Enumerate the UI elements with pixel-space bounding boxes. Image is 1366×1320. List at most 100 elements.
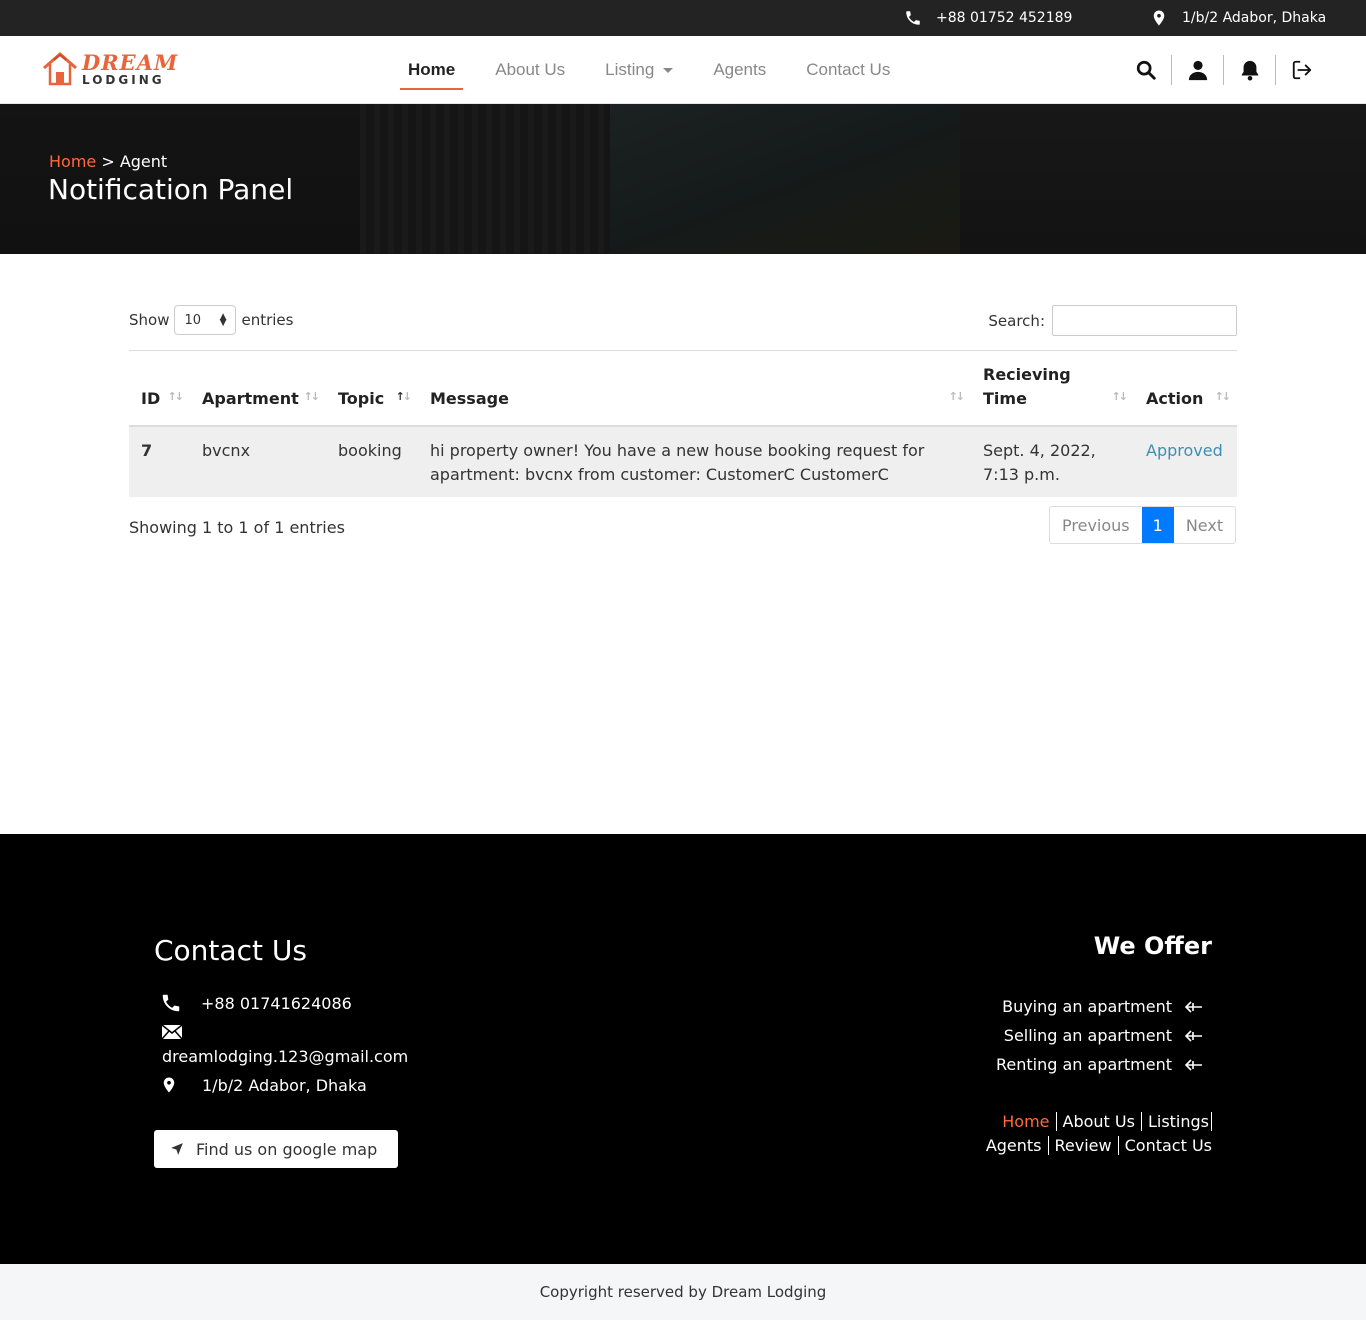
column-header-receiving-time[interactable]: Recieving Time ↑↓ — [971, 350, 1134, 427]
cell-id: 7 — [129, 426, 190, 497]
column-header-apartment[interactable]: Apartment ↑↓ — [190, 350, 326, 427]
arrow-left-icon — [1184, 1000, 1202, 1013]
google-map-button-label: Find us on google map — [196, 1139, 378, 1159]
entries-select-value: 10 — [184, 312, 202, 328]
column-header-action[interactable]: Action ↑↓ — [1134, 350, 1237, 427]
footer-link-agents[interactable]: Agents — [979, 1136, 1049, 1155]
footer-address-text: 1/b/2 Adabor, Dhaka — [202, 1075, 367, 1095]
search-input[interactable] — [1052, 305, 1237, 336]
profile-button[interactable] — [1172, 55, 1224, 85]
search-icon — [1136, 60, 1156, 80]
sort-ascending-icon: ↑↓ — [395, 390, 413, 403]
search-label: Search: — [988, 311, 1045, 330]
table-search: Search: — [988, 305, 1237, 336]
logo[interactable]: DREAM LODGING — [42, 50, 178, 88]
sort-icon: ↑↓ — [303, 390, 321, 403]
nav-about[interactable]: About Us — [475, 36, 585, 104]
footer-offer-title: We Offer — [1093, 932, 1212, 960]
envelope-icon — [161, 1024, 183, 1040]
column-header-id[interactable]: ID ↑↓ — [129, 350, 190, 427]
offer-label: Buying an apartment — [1002, 997, 1172, 1016]
footer-link-listings[interactable]: Listings — [1141, 1112, 1212, 1131]
navbar: DREAM LODGING Home About Us Listing Agen… — [0, 36, 1366, 104]
column-header-label: Topic — [338, 389, 385, 408]
next-page-button[interactable]: Next — [1174, 507, 1235, 543]
top-bar: +88 01752 452189 1/b/2 Adabor, Dhaka — [0, 0, 1366, 36]
location-pin-icon — [1153, 10, 1165, 26]
nav-links: Home About Us Listing Agents Contact Us — [400, 36, 910, 104]
pagination: Previous 1 Next — [1049, 506, 1237, 544]
footer-email[interactable]: dreamlodging.123@gmail.com — [162, 1047, 408, 1066]
column-header-label: Action — [1146, 389, 1204, 408]
nav-icons — [1120, 36, 1328, 104]
column-header-message[interactable]: Message ↑↓ — [418, 350, 971, 427]
sort-icon: ↑↓ — [1214, 390, 1232, 403]
offer-item[interactable]: Renting an apartment — [996, 1050, 1204, 1079]
logo-subtitle: LODGING — [82, 73, 165, 87]
select-arrows-icon: ▲ ▼ — [219, 312, 227, 328]
column-header-label: ID — [141, 389, 161, 408]
offer-item[interactable]: Selling an apartment — [996, 1021, 1204, 1050]
arrow-left-icon — [1184, 1058, 1202, 1071]
notifications-button[interactable] — [1224, 55, 1276, 85]
arrow-left-icon — [1184, 1029, 1202, 1042]
sort-icon: ↑↓ — [1111, 390, 1129, 403]
footer-phone-text: +88 01741624086 — [201, 993, 352, 1013]
footer-link-about[interactable]: About Us — [1056, 1112, 1142, 1131]
previous-page-button[interactable]: Previous — [1050, 507, 1142, 543]
copyright: Copyright reserved by Dream Lodging — [0, 1264, 1366, 1320]
nav-listing-label: Listing — [605, 60, 655, 79]
search-button[interactable] — [1120, 55, 1172, 85]
page-header-banner: Home > Agent Notification Panel — [0, 104, 1366, 254]
footer-link-home[interactable]: Home — [996, 1112, 1057, 1131]
column-header-topic[interactable]: Topic ↑↓ — [326, 350, 418, 427]
entries-length: Show 10 ▲ ▼ entries — [129, 305, 293, 335]
page-title: Notification Panel — [48, 173, 294, 206]
nav-agents[interactable]: Agents — [693, 36, 786, 104]
footer-address: 1/b/2 Adabor, Dhaka — [160, 1074, 367, 1096]
nav-contact[interactable]: Contact Us — [786, 36, 910, 104]
caret-down-icon — [663, 67, 674, 73]
footer-links: Home About Us Listings Agents Review Contact… — [952, 1110, 1212, 1158]
page-1-button[interactable]: 1 — [1141, 507, 1174, 543]
phone-icon — [906, 11, 920, 25]
google-map-button[interactable]: Find us on google map — [154, 1130, 398, 1168]
nav-listing-dropdown[interactable]: Listing — [585, 36, 693, 104]
footer-phone: +88 01741624086 — [160, 992, 352, 1014]
approved-link[interactable]: Approved — [1146, 441, 1223, 460]
offer-item[interactable]: Buying an apartment — [996, 992, 1204, 1021]
phone-icon — [162, 994, 180, 1012]
breadcrumb-home-link[interactable]: Home — [49, 152, 96, 171]
sort-icon: ↑↓ — [948, 390, 966, 403]
breadcrumb-separator: > — [96, 152, 120, 171]
nav-home[interactable]: Home — [400, 36, 464, 104]
cell-receiving-time: Sept. 4, 2022, 7:13 p.m. — [971, 426, 1134, 497]
cell-apartment: bvcnx — [190, 426, 326, 497]
footer: Contact Us +88 01741624086 dreamlodging.… — [0, 834, 1366, 1264]
offer-label: Selling an apartment — [1003, 1026, 1172, 1045]
cell-message: hi property owner! You have a new house … — [418, 426, 971, 497]
logout-icon — [1292, 60, 1312, 80]
house-logo-icon — [43, 52, 77, 86]
logout-button[interactable] — [1276, 55, 1328, 85]
footer-link-contact[interactable]: Contact Us — [1119, 1136, 1212, 1155]
table-info: Showing 1 to 1 of 1 entries — [129, 518, 345, 537]
offer-label: Renting an apartment — [996, 1055, 1172, 1074]
breadcrumb: Home > Agent — [49, 152, 167, 171]
entries-select[interactable]: 10 ▲ ▼ — [174, 305, 237, 335]
column-header-label: Message — [430, 389, 509, 408]
offers-list: Buying an apartment Selling an apartment… — [996, 992, 1204, 1079]
breadcrumb-current: Agent — [119, 152, 168, 171]
location-arrow-icon — [171, 1143, 183, 1155]
topbar-phone: +88 01752 452189 — [904, 0, 1072, 36]
entries-label: entries — [241, 311, 294, 329]
footer-link-review[interactable]: Review — [1048, 1136, 1119, 1155]
sort-icon: ↑↓ — [167, 390, 185, 403]
column-header-label: Apartment — [202, 389, 299, 408]
show-label: Show — [129, 311, 170, 329]
logo-title: DREAM — [82, 50, 179, 75]
user-icon — [1188, 60, 1207, 81]
notifications-table: ID ↑↓ Apartment ↑↓ Topic ↑↓ Message ↑↓ Recie… — [129, 350, 1237, 497]
table-controls: Show 10 ▲ ▼ entries Search: — [129, 305, 1237, 337]
topbar-address: 1/b/2 Adabor, Dhaka — [1150, 0, 1326, 36]
